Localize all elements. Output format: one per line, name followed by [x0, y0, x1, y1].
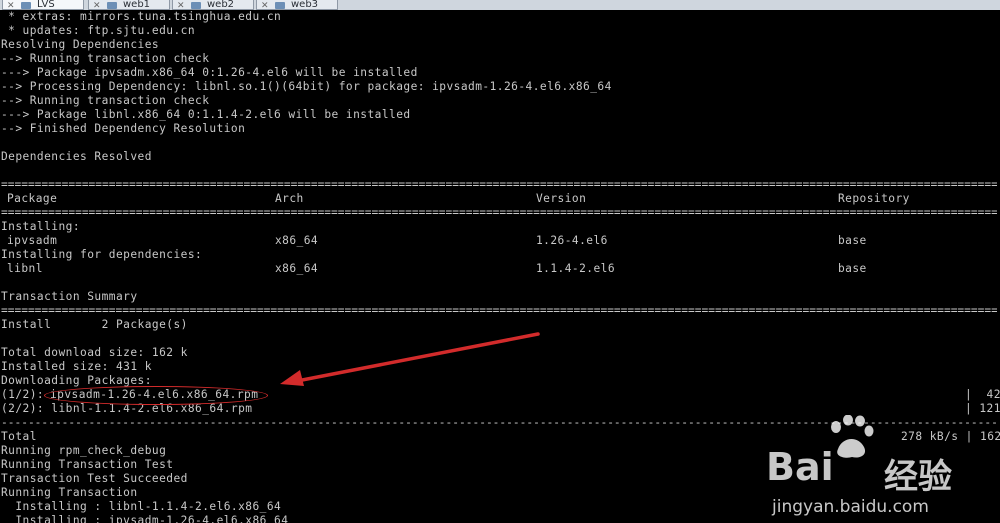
column-header-version: Version: [536, 192, 587, 205]
terminal-line: * extras: mirrors.tuna.tsinghua.edu.cn: [1, 10, 282, 23]
separator-double: ========================================…: [1, 178, 997, 191]
table-header: Package Arch Version Repository: [1, 192, 997, 206]
close-icon[interactable]: ✕: [7, 1, 15, 10]
session-tab-bar: ✕ LVS ✕ web1 ✕ web2 ✕ web3: [0, 0, 1000, 10]
cell-version: 1.26-4.el6: [536, 234, 608, 247]
tab-lvs[interactable]: ✕ LVS: [2, 0, 84, 10]
close-icon[interactable]: ✕: [261, 1, 269, 10]
annotation-arrow-icon: [280, 332, 540, 386]
installed-size: Installed size: 431 k: [1, 360, 152, 373]
terminal-line: --> Processing Dependency: libnl.so.1()(…: [1, 80, 612, 93]
close-icon[interactable]: ✕: [177, 1, 185, 10]
highlight-ellipse: [44, 386, 268, 405]
tab-label: web3: [291, 0, 319, 10]
terminal-line: * updates: ftp.sjtu.edu.cn: [1, 24, 196, 37]
tab-web2[interactable]: ✕ web2: [172, 0, 254, 10]
total-label: Total: [1, 430, 37, 443]
column-header-arch: Arch: [275, 192, 304, 205]
terminal-icon: [191, 2, 201, 9]
terminal-icon: [107, 2, 117, 9]
tab-label: web2: [207, 0, 235, 10]
terminal-line: Running rpm_check_debug: [1, 444, 167, 457]
download-size: Total download size: 162 k: [1, 346, 188, 359]
terminal-line: --> Finished Dependency Resolution: [1, 122, 246, 135]
baidu-watermark: Bai 经验 jingyan.baidu.com: [766, 413, 996, 523]
tab-web1[interactable]: ✕ web1: [88, 0, 170, 10]
cell-package: libnl: [7, 262, 43, 275]
terminal-line: Running Transaction: [1, 486, 138, 499]
terminal-line: Transaction Test Succeeded: [1, 472, 188, 485]
tab-web3[interactable]: ✕ web3: [256, 0, 338, 10]
terminal-line: Running Transaction Test: [1, 458, 174, 471]
table-row: ipvsadm x86_64 1.26-4.el6 base: [1, 234, 997, 248]
tab-label: LVS: [37, 0, 55, 10]
separator-double: ========================================…: [1, 304, 997, 317]
watermark-brand-right: 经验: [884, 457, 952, 497]
section-label: Installing:: [1, 220, 81, 233]
terminal-line: --> Running transaction check: [1, 52, 210, 65]
terminal-line: ---> Package libnl.x86_64 0:1.1.4-2.el6 …: [1, 108, 411, 121]
column-header-repository: Repository: [838, 192, 910, 205]
terminal-icon: [21, 2, 31, 9]
tab-label: web1: [123, 0, 151, 10]
terminal-icon: [275, 2, 285, 9]
close-icon[interactable]: ✕: [93, 1, 101, 10]
column-header-package: Package: [7, 192, 58, 205]
cell-arch: x86_64: [275, 234, 319, 247]
watermark-url: jingyan.baidu.com: [772, 497, 929, 517]
cell-repo: base: [838, 262, 867, 275]
terminal-line: --> Running transaction check: [1, 94, 210, 107]
terminal-line: Dependencies Resolved: [1, 150, 152, 163]
terminal-line: Installing : libnl-1.1.4-2.el6.x86_64: [1, 500, 282, 513]
table-row: libnl x86_64 1.1.4-2.el6 base: [1, 262, 997, 276]
download-size: | 42: [965, 388, 1000, 401]
cell-repo: base: [838, 234, 867, 247]
cell-version: 1.1.4-2.el6: [536, 262, 616, 275]
cell-arch: x86_64: [275, 262, 319, 275]
watermark-brand-left: Bai: [766, 445, 834, 489]
cell-package: ipvsadm: [7, 234, 58, 247]
separator-double: ========================================…: [1, 206, 997, 219]
terminal-line: Resolving Dependencies: [1, 38, 160, 51]
summary-title: Transaction Summary: [1, 290, 138, 303]
terminal-line: Installing : ipvsadm-1.26-4.el6.x86_64: [1, 514, 289, 523]
terminal-line: ---> Package ipvsadm.x86_64 0:1.26-4.el6…: [1, 66, 418, 79]
install-count: Install 2 Package(s): [1, 318, 188, 331]
section-label: Installing for dependencies:: [1, 248, 203, 261]
